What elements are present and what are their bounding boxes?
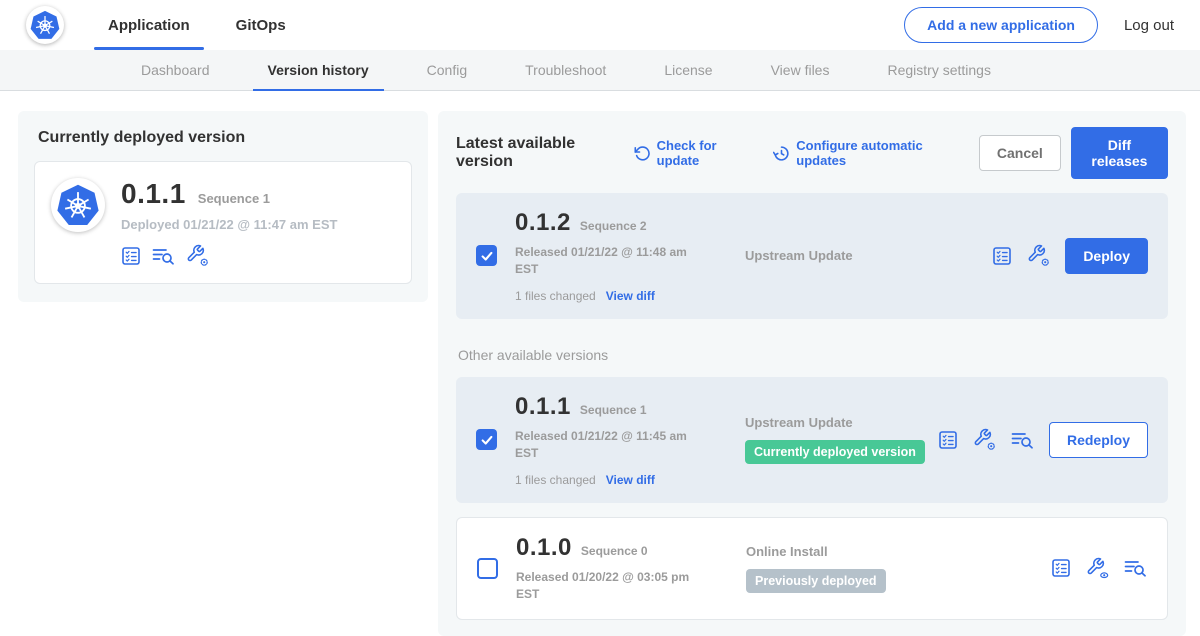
wrench-gear-icon[interactable] — [973, 428, 996, 451]
wrench-eye-icon[interactable] — [1086, 557, 1109, 580]
released-timestamp: Released 01/21/22 @ 11:45 am EST — [515, 428, 701, 463]
tab-gitops-label: GitOps — [236, 17, 286, 34]
available-versions-panel: Latest available version Check for updat… — [438, 111, 1186, 636]
tab-config-label: Config — [427, 62, 467, 78]
tab-registry-settings[interactable]: Registry settings — [858, 50, 1019, 90]
top-nav: Application GitOps Add a new application… — [0, 0, 1200, 50]
diff-releases-button[interactable]: Diff releases — [1071, 127, 1168, 179]
version-checkbox[interactable] — [476, 429, 497, 450]
version-number: 0.1.2 — [515, 209, 571, 237]
version-sequence: Sequence 0 — [581, 544, 648, 558]
version-checkbox[interactable] — [477, 558, 498, 579]
file-diff-icon[interactable] — [152, 246, 175, 266]
latest-available-title: Latest available version — [456, 135, 618, 171]
version-actions: Deploy — [992, 238, 1148, 274]
version-source: Online Install Previously deployed — [712, 544, 1051, 593]
version-checkbox[interactable] — [476, 245, 497, 266]
currently-deployed-badge: Currently deployed version — [745, 440, 925, 464]
deployed-version-number: 0.1.1 — [121, 178, 186, 210]
version-info: 0.1.1 Sequence 1 Released 01/21/22 @ 11:… — [515, 393, 711, 487]
refresh-icon — [634, 145, 651, 162]
previously-deployed-badge: Previously deployed — [746, 569, 886, 593]
source-label: Upstream Update — [745, 248, 992, 263]
top-nav-tabs: Application GitOps — [98, 0, 322, 50]
configure-automatic-updates-link[interactable]: Configure automatic updates — [773, 138, 955, 168]
kubernetes-logo-icon — [29, 9, 61, 41]
redeploy-button[interactable]: Redeploy — [1049, 422, 1148, 458]
checklist-icon[interactable] — [938, 430, 958, 450]
tab-dashboard-label: Dashboard — [141, 62, 210, 78]
top-nav-right: Add a new application Log out — [904, 7, 1174, 43]
source-label: Upstream Update — [745, 415, 938, 430]
version-card-0-1-2: 0.1.2 Sequence 2 Released 01/21/22 @ 11:… — [456, 193, 1168, 319]
file-diff-icon[interactable] — [1011, 430, 1034, 450]
released-timestamp: Released 01/20/22 @ 03:05 pm EST — [516, 569, 702, 604]
version-actions: Redeploy — [938, 422, 1148, 458]
other-versions-label: Other available versions — [458, 347, 1168, 363]
deployed-sequence: Sequence 1 — [198, 191, 270, 206]
tab-view-files[interactable]: View files — [742, 50, 859, 90]
version-card-0-1-0: 0.1.0 Sequence 0 Released 01/20/22 @ 03:… — [456, 517, 1168, 621]
schedule-update-icon — [773, 145, 790, 162]
tab-troubleshoot[interactable]: Troubleshoot — [496, 50, 635, 90]
checklist-icon[interactable] — [121, 246, 141, 266]
version-info: 0.1.0 Sequence 0 Released 01/20/22 @ 03:… — [516, 534, 712, 604]
currently-deployed-panel: Currently deployed version — [18, 111, 428, 302]
wrench-gear-icon[interactable] — [186, 244, 209, 267]
tab-license[interactable]: License — [635, 50, 741, 90]
configure-automatic-updates-label: Configure automatic updates — [796, 138, 955, 168]
app-logo[interactable] — [26, 6, 64, 44]
view-diff-link[interactable]: View diff — [606, 473, 655, 487]
tab-view-files-label: View files — [771, 62, 830, 78]
tab-registry-settings-label: Registry settings — [887, 62, 990, 78]
app-version-logo — [51, 178, 105, 232]
deployed-version-details: 0.1.1 Sequence 1 Deployed 01/21/22 @ 11:… — [121, 178, 337, 267]
version-source: Upstream Update Currently deployed versi… — [711, 415, 938, 464]
logout-button[interactable]: Log out — [1124, 17, 1174, 34]
view-diff-link[interactable]: View diff — [606, 289, 655, 303]
version-source: Upstream Update — [711, 248, 992, 263]
source-label: Online Install — [746, 544, 1051, 559]
main-content: Currently deployed version — [0, 91, 1200, 636]
app-sub-nav: Dashboard Version history Config Trouble… — [0, 50, 1200, 91]
tab-license-label: License — [664, 62, 712, 78]
tab-version-history-label: Version history — [268, 62, 369, 78]
check-for-update-link[interactable]: Check for update — [634, 138, 750, 168]
version-number: 0.1.0 — [516, 534, 572, 562]
deploy-button[interactable]: Deploy — [1065, 238, 1148, 274]
checklist-icon[interactable] — [992, 246, 1012, 266]
add-application-button[interactable]: Add a new application — [904, 7, 1098, 43]
currently-deployed-title: Currently deployed version — [38, 129, 412, 147]
version-actions — [1051, 557, 1147, 580]
version-info: 0.1.2 Sequence 2 Released 01/21/22 @ 11:… — [515, 209, 711, 303]
tab-application[interactable]: Application — [98, 0, 200, 50]
tab-dashboard[interactable]: Dashboard — [112, 50, 239, 90]
cancel-button[interactable]: Cancel — [979, 135, 1061, 171]
available-versions-header: Latest available version Check for updat… — [456, 127, 1168, 179]
tab-gitops[interactable]: GitOps — [226, 0, 296, 50]
tab-troubleshoot-label: Troubleshoot — [525, 62, 606, 78]
tab-application-label: Application — [108, 17, 190, 34]
version-card-0-1-1: 0.1.1 Sequence 1 Released 01/21/22 @ 11:… — [456, 377, 1168, 503]
wrench-gear-icon[interactable] — [1027, 244, 1050, 267]
released-timestamp: Released 01/21/22 @ 11:48 am EST — [515, 244, 701, 279]
file-diff-icon[interactable] — [1124, 558, 1147, 578]
files-changed-label: 1 files changed — [515, 289, 596, 303]
deployed-version-card: 0.1.1 Sequence 1 Deployed 01/21/22 @ 11:… — [34, 161, 412, 284]
tab-config[interactable]: Config — [398, 50, 496, 90]
check-for-update-label: Check for update — [657, 138, 750, 168]
checklist-icon[interactable] — [1051, 558, 1071, 578]
version-number: 0.1.1 — [515, 393, 571, 421]
deployed-timestamp: Deployed 01/21/22 @ 11:47 am EST — [121, 217, 337, 232]
files-changed-label: 1 files changed — [515, 473, 596, 487]
kubernetes-logo-icon — [55, 182, 101, 228]
tab-version-history[interactable]: Version history — [239, 50, 398, 90]
version-sequence: Sequence 1 — [580, 403, 647, 417]
version-sequence: Sequence 2 — [580, 219, 647, 233]
